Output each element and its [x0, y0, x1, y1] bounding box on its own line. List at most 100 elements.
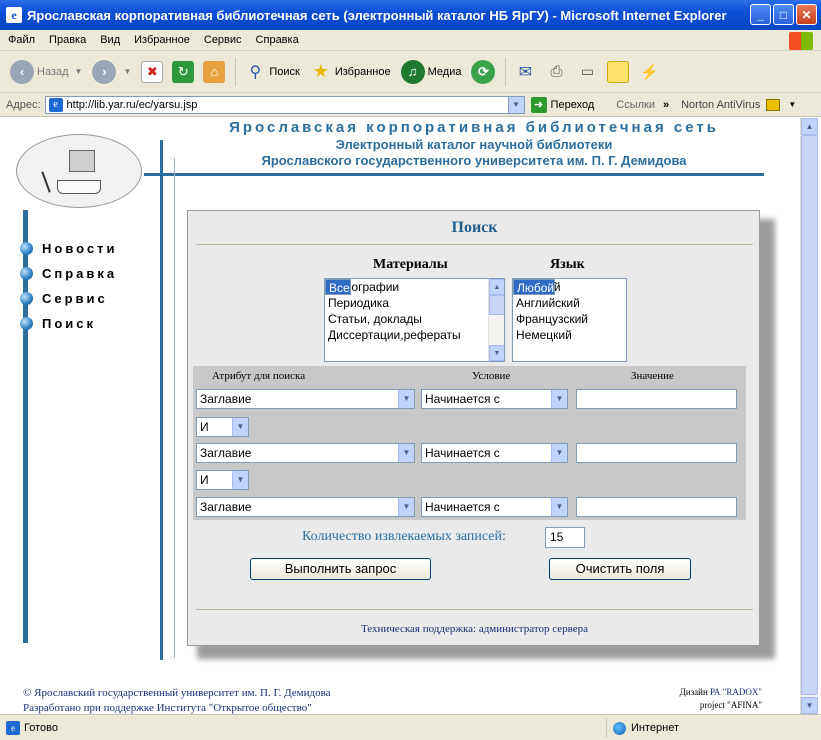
clear-fields-button[interactable]: Очистить поля: [549, 558, 691, 580]
refresh-icon[interactable]: ↻: [172, 60, 195, 83]
back-dropdown-icon[interactable]: ▼: [75, 67, 83, 76]
design-link[interactable]: РА "RADOX": [710, 687, 762, 697]
list-item[interactable]: Все: [325, 279, 351, 295]
norton-icon[interactable]: [766, 98, 781, 111]
materials-listbox[interactable]: Все Монографии Периодика Статьи, доклады…: [324, 278, 505, 362]
nav-news[interactable]: Новости: [20, 236, 118, 261]
nav-service[interactable]: Сервис: [20, 286, 118, 311]
condition-select[interactable]: Начинается с ▼: [421, 443, 568, 463]
design-prefix: Дизайн: [679, 687, 708, 697]
chevron-down-icon: ▼: [398, 390, 414, 408]
status-bar: e Готово Интернет: [0, 714, 821, 740]
note-icon[interactable]: [607, 60, 630, 83]
value-input[interactable]: [576, 443, 737, 463]
search-button[interactable]: ⚲ Поиск: [244, 61, 300, 83]
bullet-icon: [20, 242, 33, 255]
address-field[interactable]: e http://lib.yar.ru/ec/yarsu.jsp ▼: [44, 95, 525, 114]
menu-edit[interactable]: Правка: [49, 34, 86, 46]
scroll-down-icon[interactable]: ▼: [489, 345, 504, 361]
scroll-thumb[interactable]: [801, 135, 818, 695]
star-icon: ★: [312, 61, 329, 81]
status-text: Готово: [24, 721, 58, 734]
media-button[interactable]: ♫ Медиа: [400, 59, 461, 84]
nav-help[interactable]: Справка: [20, 261, 118, 286]
edit-icon[interactable]: ▭: [576, 61, 598, 83]
list-item[interactable]: Любой: [513, 279, 556, 295]
list-item[interactable]: Статьи, доклады: [325, 311, 504, 327]
list-item[interactable]: Монографии: [325, 279, 504, 295]
scroll-down-icon[interactable]: ▼: [801, 697, 818, 714]
favorites-button[interactable]: ★ Избранное: [310, 61, 391, 83]
menu-favorites[interactable]: Избранное: [134, 34, 190, 46]
count-input[interactable]: 15: [545, 527, 585, 548]
home-icon[interactable]: ⌂: [203, 60, 226, 83]
forward-dropdown-icon[interactable]: ▼: [123, 67, 131, 76]
condition-select[interactable]: Начинается с ▼: [421, 497, 568, 517]
chevron-down-icon: ▼: [551, 498, 567, 516]
address-bar: Адрес: e http://lib.yar.ru/ec/yarsu.jsp …: [0, 93, 821, 117]
toolbar-separator: [235, 57, 237, 86]
chevron-down-icon: ▼: [398, 444, 414, 462]
menu-view[interactable]: Вид: [100, 34, 120, 46]
print-icon[interactable]: ⎙: [545, 61, 567, 83]
pen-icon: [41, 171, 51, 193]
page-scrollbar[interactable]: ▲ ▼: [800, 118, 818, 714]
condition-header: Условие: [472, 370, 511, 382]
side-nav: Новости Справка Сервис Поиск: [20, 236, 118, 336]
attribute-select[interactable]: Заглавие ▼: [196, 497, 415, 517]
nav-search[interactable]: Поиск: [20, 311, 118, 336]
search-icon: ⚲: [249, 63, 262, 81]
go-button[interactable]: ➜ Переход: [530, 96, 594, 113]
list-item[interactable]: Периодика: [325, 295, 504, 311]
norton-dropdown-icon[interactable]: ▼: [788, 100, 796, 109]
run-query-button[interactable]: Выполнить запрос: [250, 558, 431, 580]
norton-label[interactable]: Norton AntiVirus: [681, 99, 760, 111]
media-icon: ♫: [400, 59, 425, 84]
materials-scrollbar[interactable]: ▲ ▼: [488, 279, 504, 361]
list-item[interactable]: Английский: [513, 295, 626, 311]
address-dropdown-icon[interactable]: ▼: [507, 96, 524, 113]
search-panel: Поиск Материалы Язык Все Монографии Пери…: [187, 210, 760, 646]
links-chevron-icon[interactable]: »: [663, 99, 669, 111]
menu-tools[interactable]: Сервис: [204, 34, 242, 46]
list-item[interactable]: Диссертации,рефераты: [325, 327, 504, 343]
value-input[interactable]: [576, 389, 737, 409]
header-divider: [144, 173, 764, 176]
developed-text[interactable]: Разработано при поддержке Института "Отк…: [23, 701, 331, 714]
chevron-down-icon: ▼: [232, 471, 248, 489]
scroll-up-icon[interactable]: ▲: [489, 279, 504, 295]
condition-select[interactable]: Начинается с ▼: [421, 389, 568, 409]
menu-file[interactable]: Файл: [8, 34, 35, 46]
site-subtitle: Электронный каталог научной библиотеки: [335, 137, 613, 152]
attribute-select[interactable]: Заглавие ▼: [196, 389, 415, 409]
support-link[interactable]: Техническая поддержка: администратор сер…: [188, 623, 761, 635]
stop-icon[interactable]: ✖: [141, 60, 164, 83]
minimize-button[interactable]: _: [750, 4, 771, 25]
bullet-icon: [20, 292, 33, 305]
mail-icon[interactable]: ✉: [514, 61, 536, 83]
title-bar: e Ярославская корпоративная библиотечная…: [0, 0, 821, 30]
scroll-up-icon[interactable]: ▲: [801, 118, 818, 135]
close-button[interactable]: ✕: [796, 4, 817, 25]
operator-select[interactable]: И ▼: [196, 470, 249, 490]
chevron-down-icon: ▼: [398, 498, 414, 516]
scroll-thumb[interactable]: [489, 295, 504, 315]
messenger-icon[interactable]: ⚡: [638, 61, 660, 83]
value-input[interactable]: [576, 497, 737, 517]
copyright-text[interactable]: © Ярославский государственный университе…: [23, 686, 331, 701]
menu-help[interactable]: Справка: [256, 34, 299, 46]
forward-button[interactable]: › ▼: [92, 59, 131, 84]
address-url: http://lib.yar.ru/ec/yarsu.jsp: [66, 98, 198, 111]
list-item[interactable]: Французский: [513, 311, 626, 327]
globe-icon: [613, 721, 626, 735]
forward-arrow-icon: ›: [92, 59, 117, 84]
operator-select[interactable]: И ▼: [196, 417, 249, 437]
attribute-select[interactable]: Заглавие ▼: [196, 443, 415, 463]
links-label[interactable]: Ссылки: [616, 99, 655, 111]
back-button[interactable]: ‹ Назад ▼: [10, 59, 83, 84]
language-listbox[interactable]: Любой Русский Английский Французский Нем…: [512, 278, 627, 362]
maximize-button[interactable]: □: [773, 4, 794, 25]
book-icon: [57, 180, 101, 194]
list-item[interactable]: Немецкий: [513, 327, 626, 343]
history-icon[interactable]: ⟳: [471, 59, 496, 84]
